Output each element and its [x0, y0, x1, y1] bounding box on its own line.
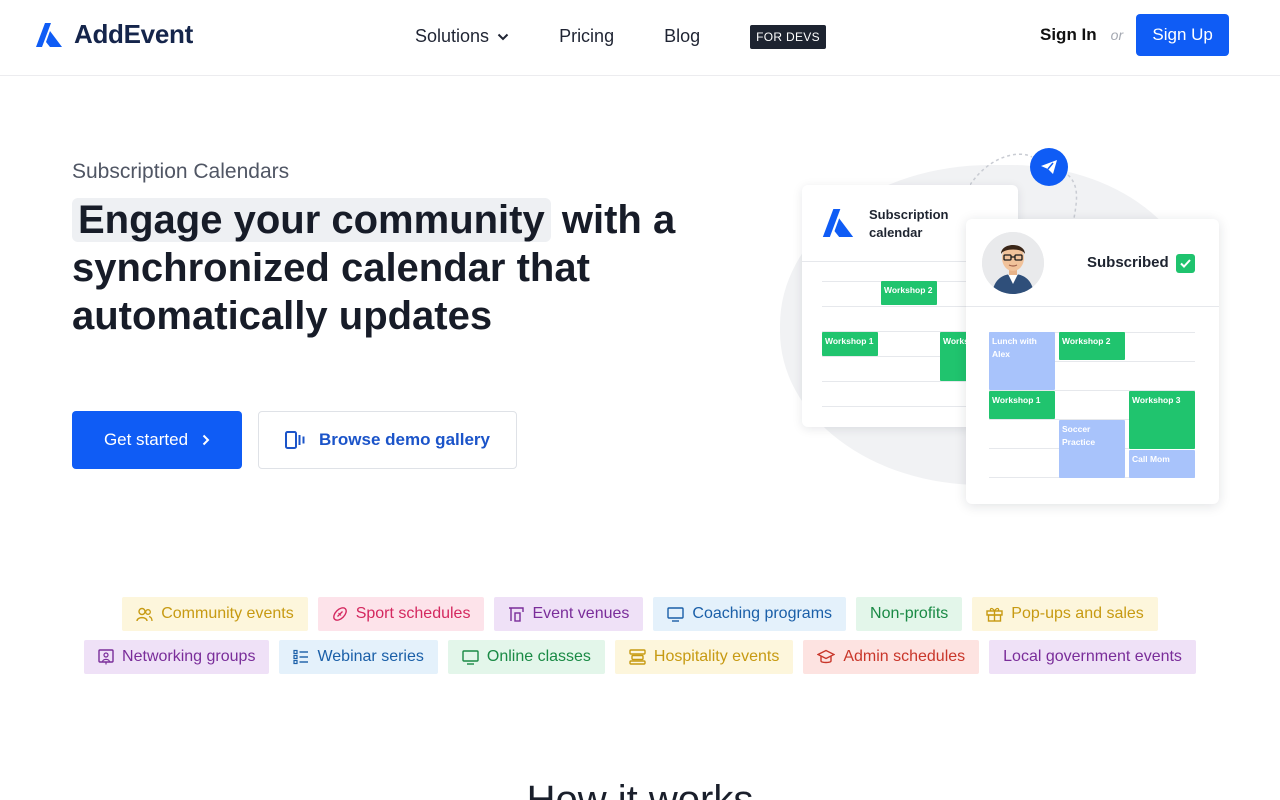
subscribed-calendar-card: Subscribed Lunch with Alex Workshop 2 Wo…: [966, 219, 1219, 504]
tag-label: Coaching programs: [692, 605, 833, 622]
tag-networking-groups[interactable]: Networking groups: [84, 640, 270, 674]
get-started-button[interactable]: Get started: [72, 411, 242, 469]
tag-label: Community events: [161, 605, 294, 622]
tag-label: Event venues: [532, 605, 630, 622]
tag-label: Sport schedules: [355, 605, 471, 622]
calendar-event: Workshop 1: [822, 332, 878, 356]
calendar-event: Soccer Practice: [1059, 420, 1125, 478]
tag-label: Networking groups: [122, 648, 256, 665]
graduation-cap-icon: [817, 649, 836, 664]
tag-community-events[interactable]: Community events: [122, 597, 308, 631]
card-title-line2: calendar: [869, 225, 923, 240]
tag-event-venues[interactable]: Event venues: [494, 597, 644, 631]
calendar-event: Workshop 2: [881, 281, 937, 305]
for-devs-badge[interactable]: FOR DEVS: [750, 25, 826, 49]
user-avatar: [982, 232, 1044, 294]
addevent-logo-icon: [822, 209, 854, 237]
tag-label: Webinar series: [317, 648, 424, 665]
tag-webinar-series[interactable]: Webinar series: [279, 640, 438, 674]
tag-hospitality-events[interactable]: Hospitality events: [614, 640, 794, 674]
nav-solutions[interactable]: Solutions: [415, 26, 509, 47]
calendar-event: Workshop 2: [1059, 332, 1125, 360]
chevron-down-icon: [497, 33, 509, 40]
venue-icon: [509, 607, 525, 622]
how-it-works-heading: How it works: [526, 778, 754, 800]
send-icon: [1030, 148, 1068, 186]
calendar-event: Workshop 1: [989, 391, 1055, 419]
calendar-event: Lunch with Alex: [989, 332, 1055, 390]
calendar-event: Call Mom: [1129, 450, 1195, 478]
sign-up-button[interactable]: Sign Up: [1136, 14, 1230, 56]
hero-eyebrow: Subscription Calendars: [72, 160, 290, 183]
calendar-event: Workshop 3: [1129, 391, 1195, 449]
monitor-icon: [462, 649, 479, 665]
people-icon: [136, 607, 153, 621]
browse-demo-gallery-button[interactable]: Browse demo gallery: [258, 411, 517, 469]
nav-solutions-label: Solutions: [415, 26, 490, 46]
hospitality-icon: [629, 649, 646, 665]
nav-links: Solutions Pricing Blog FOR DEVS: [415, 24, 826, 49]
use-case-tags-row-1: Community events Sport schedules Event v…: [0, 597, 1280, 631]
tag-label: Pop-ups and sales: [1011, 605, 1144, 622]
browse-demo-gallery-label: Browse demo gallery: [318, 430, 490, 449]
tag-pop-ups-and-sales[interactable]: Pop-ups and sales: [972, 597, 1158, 631]
hero-illustration: Subscription calendar Workshop 2 Worksho…: [780, 145, 1240, 515]
tag-coaching-programs[interactable]: Coaching programs: [653, 597, 847, 631]
gallery-icon: [284, 431, 305, 449]
or-separator: or: [1110, 27, 1124, 43]
nav-blog[interactable]: Blog: [664, 26, 700, 47]
chevron-right-icon: [202, 434, 210, 446]
tag-admin-schedules[interactable]: Admin schedules: [803, 640, 980, 674]
tag-label: Admin schedules: [843, 648, 966, 665]
checkbox-checked-icon: [1176, 254, 1195, 273]
addevent-logo-icon: [36, 22, 62, 47]
list-icon: [293, 649, 309, 665]
tag-label: Local government events: [1003, 648, 1182, 665]
presenter-icon: [98, 649, 114, 665]
football-icon: [332, 607, 347, 621]
tag-online-classes[interactable]: Online classes: [447, 640, 605, 674]
tag-local-government-events[interactable]: Local government events: [989, 640, 1196, 674]
hero-headline: Engage your community with a synchronize…: [72, 196, 712, 340]
tag-label: Hospitality events: [653, 648, 780, 665]
brand-name: AddEvent: [74, 19, 193, 49]
tag-sport-schedules[interactable]: Sport schedules: [317, 597, 485, 631]
headline-highlight: Engage your community: [72, 198, 551, 242]
use-case-tags-row-2: Networking groups Webinar series Online …: [0, 640, 1280, 674]
card-title-line1: Subscription: [869, 207, 949, 222]
get-started-label: Get started: [103, 430, 189, 449]
sign-in-link[interactable]: Sign In: [1040, 25, 1097, 45]
auth-controls: Sign In or Sign Up: [1040, 14, 1230, 56]
top-navigation: AddEvent Solutions Pricing Blog FOR DEVS…: [0, 0, 1280, 76]
nav-pricing[interactable]: Pricing: [559, 26, 614, 47]
tag-label: Non-profits: [870, 605, 949, 622]
subscribed-label: Subscribed: [1087, 254, 1169, 271]
gift-icon: [986, 607, 1003, 622]
brand-logo[interactable]: AddEvent: [36, 19, 193, 50]
tag-non-profits[interactable]: Non-profits: [856, 597, 963, 631]
monitor-icon: [667, 606, 685, 622]
card-title: Subscription calendar: [869, 206, 948, 242]
tag-label: Online classes: [486, 648, 591, 665]
